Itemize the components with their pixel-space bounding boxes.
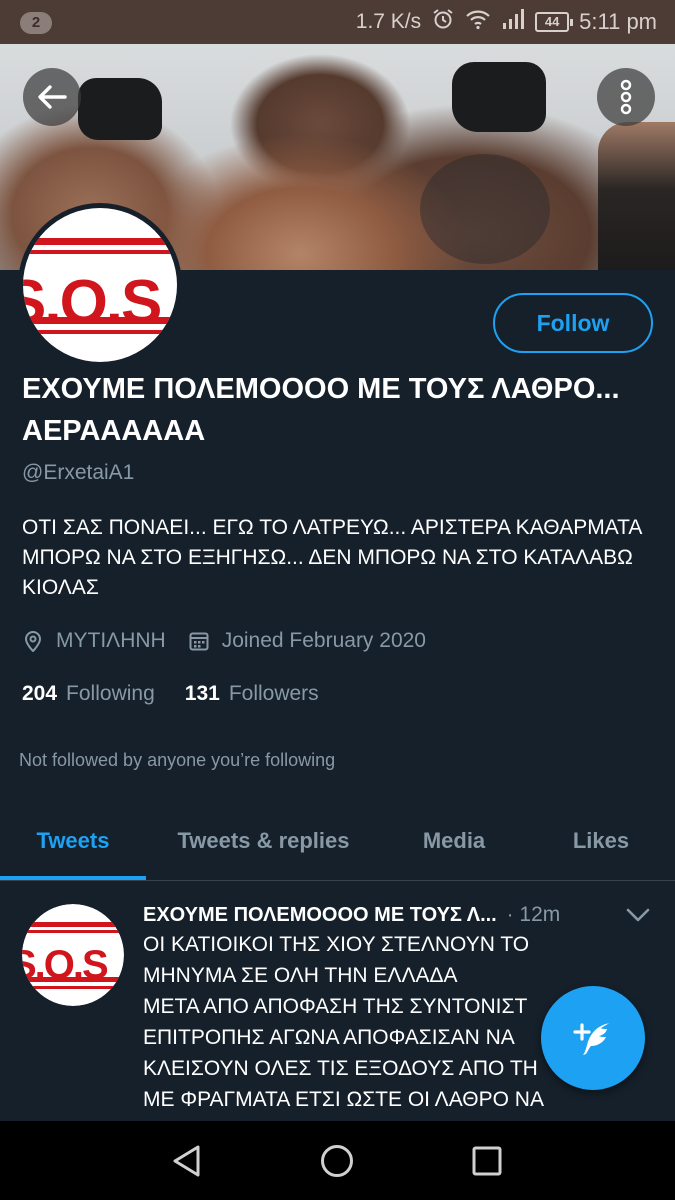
banner-glove-right [452, 62, 546, 132]
profile-tabs: Tweets Tweets & replies Media Likes [0, 800, 675, 881]
tab-tweets[interactable]: Tweets [0, 800, 146, 881]
banner-bystander [598, 122, 675, 270]
following-link[interactable]: 204 Following [22, 682, 155, 706]
battery-icon: 44 [535, 12, 574, 32]
tab-tweets-and-replies[interactable]: Tweets & replies [146, 800, 381, 881]
follow-counts: 204 Following 131 Followers [22, 679, 319, 709]
active-tab-indicator [0, 876, 146, 880]
tweet-author-name[interactable]: ΕΧΟΥΜΕ ΠΟΛΕΜΟΟΟΟ ΜΕ ΤΟΥΣ Λ... [143, 904, 497, 927]
banner-tattoo [420, 154, 550, 264]
compose-tweet-button[interactable] [541, 986, 645, 1090]
location-pin-icon [22, 630, 44, 652]
follow-button[interactable]: Follow [493, 293, 653, 353]
network-speed: 1.7 K/s [355, 10, 422, 33]
tweet-header: ΕΧΟΥΜΕ ΠΟΛΕΜΟΟΟΟ ΜΕ ΤΟΥΣ Λ... · 12m [143, 900, 653, 930]
tab-likes[interactable]: Likes [527, 800, 675, 881]
profile-meta: ΜΥΤΙΛΗΝΗ Joined February 2020 [22, 626, 426, 656]
system-home-button[interactable] [315, 1139, 359, 1183]
profile-joined-date: Joined February 2020 [221, 629, 426, 652]
following-label: Following [66, 682, 155, 705]
profile-display-name: ΕΧΟΥΜΕ ΠΟΛΕΜΟΟΟΟ ΜΕ ΤΟΥΣ ΛΑΘΡΟ... ΑΕΡΑΑΑ… [22, 373, 620, 447]
followers-count: 131 [184, 682, 220, 705]
profile-avatar[interactable]: S.O.S [18, 203, 182, 367]
sos-logo-image: S.O.S [23, 208, 177, 362]
banner-glove-left [78, 78, 162, 140]
profile-bio: ΟΤΙ ΣΑΣ ΠΟΝΑΕΙ... ΕΓΩ ΤΟ ΛΑΤΡΕΥΩ... ΑΡΙΣ… [22, 516, 642, 599]
system-navigation-bar [0, 1121, 675, 1200]
more-vertical-icon [620, 79, 632, 115]
back-triangle-icon [173, 1145, 200, 1177]
status-time: 5:11 pm [579, 9, 657, 34]
signal-icon [501, 8, 525, 36]
system-back-button[interactable] [165, 1139, 209, 1183]
not-followed-notice: Not followed by anyone you’re following [19, 750, 336, 770]
alarm-icon [431, 7, 455, 37]
back-button[interactable] [23, 68, 81, 126]
status-bar: 2 1.7 K/s 44 5:11 pm [0, 0, 675, 44]
home-circle-icon [321, 1145, 353, 1177]
system-recents-button[interactable] [465, 1139, 509, 1183]
more-options-button[interactable] [597, 68, 655, 126]
tweet-timestamp: 12m [519, 903, 561, 926]
recents-square-icon [472, 1146, 502, 1176]
following-count: 204 [22, 682, 58, 705]
wifi-icon [465, 8, 491, 36]
calendar-icon [188, 630, 210, 652]
tweet-separator-dot: · [506, 903, 514, 926]
compose-tweet-icon [573, 1023, 610, 1055]
sos-logo-text: S.O.S [23, 267, 162, 337]
tweet-author-avatar[interactable]: S.O.S [22, 904, 124, 1006]
profile-handle: @ErxetaiA1 [22, 461, 135, 484]
tweet-menu-button[interactable] [625, 905, 651, 925]
profile-location: ΜΥΤΙΛΗΝΗ [56, 629, 166, 652]
notification-count-badge: 2 [20, 12, 52, 34]
tab-media[interactable]: Media [381, 800, 527, 881]
sos-logo-image: S.O.S [22, 904, 124, 1006]
chevron-down-icon [626, 908, 650, 922]
arrow-left-icon [38, 85, 67, 109]
followers-link[interactable]: 131 Followers [185, 682, 319, 706]
followers-label: Followers [228, 682, 319, 705]
